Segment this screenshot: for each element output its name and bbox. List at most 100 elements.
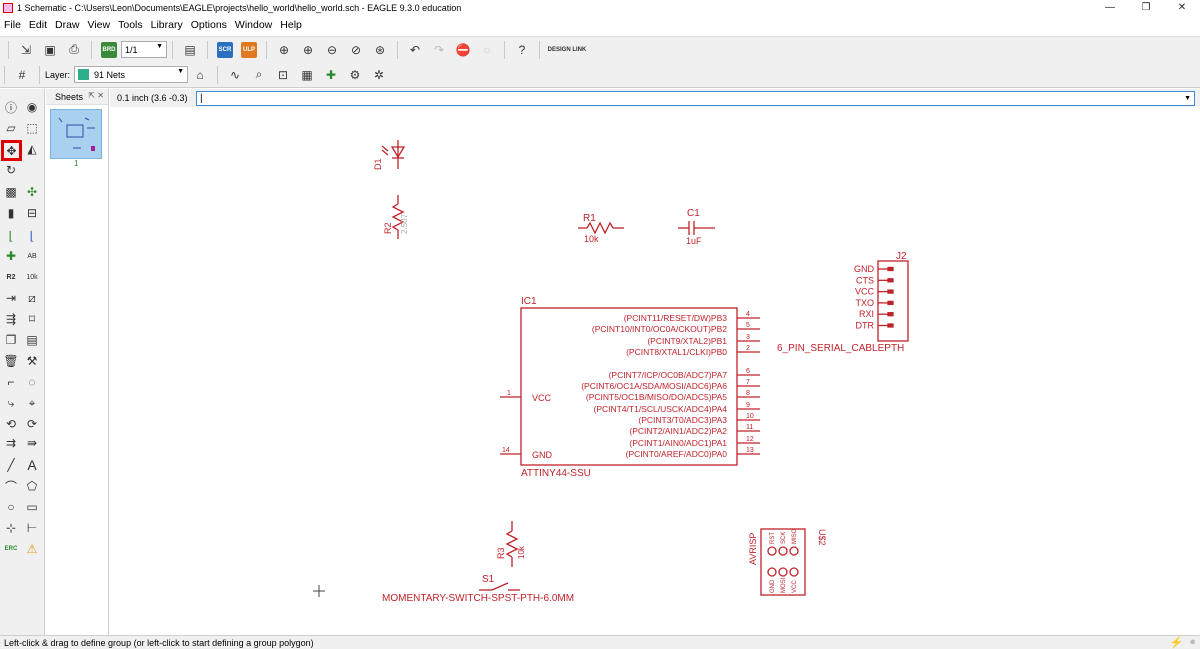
zoom-redraw-icon[interactable]: ⊘ bbox=[346, 40, 366, 60]
sheet-select[interactable]: 1/1 ▼ bbox=[121, 41, 167, 58]
menu-help[interactable]: Help bbox=[276, 19, 306, 31]
pinswap-icon[interactable]: ⇥ bbox=[2, 289, 20, 307]
help-icon[interactable]: ? bbox=[512, 40, 532, 60]
layers-icon[interactable]: ▱ bbox=[2, 119, 20, 137]
zoom-select-icon[interactable]: ⊛ bbox=[370, 40, 390, 60]
grid-settings-icon[interactable]: ▦ bbox=[297, 65, 317, 85]
optimize-icon[interactable]: ⇉ bbox=[2, 434, 20, 452]
menu-window[interactable]: Window bbox=[231, 19, 276, 31]
name-icon[interactable]: R2 bbox=[2, 268, 20, 286]
copy-group-icon[interactable]: ▩ bbox=[2, 183, 20, 201]
zoom-in-icon[interactable]: ⊕ bbox=[298, 40, 318, 60]
menu-options[interactable]: Options bbox=[187, 19, 231, 31]
stop-indicator-icon[interactable]: ● bbox=[1189, 636, 1196, 649]
mark-icon[interactable]: ⊹ bbox=[2, 519, 20, 537]
junction-icon[interactable]: ✚ bbox=[2, 247, 20, 265]
menu-edit[interactable]: Edit bbox=[25, 19, 51, 31]
print-icon[interactable]: ⎙ bbox=[64, 40, 84, 60]
split-icon[interactable]: ▮ bbox=[2, 204, 20, 222]
polygon-icon[interactable]: ⬠ bbox=[23, 477, 41, 495]
erc-icon[interactable]: ERC bbox=[2, 540, 20, 558]
maximize-button[interactable]: ❐ bbox=[1128, 0, 1164, 15]
value-icon[interactable]: 10k bbox=[23, 268, 41, 286]
eye-icon[interactable]: ◉ bbox=[23, 98, 41, 116]
stop-icon[interactable]: ⛔ bbox=[453, 40, 473, 60]
resistor-r3-symbol[interactable] bbox=[505, 521, 519, 567]
settings-alt-icon[interactable]: ✲ bbox=[369, 65, 389, 85]
menu-view[interactable]: View bbox=[84, 19, 115, 31]
invoke-icon[interactable]: ⇶ bbox=[2, 310, 20, 328]
warning-icon[interactable]: ⚠ bbox=[23, 540, 41, 558]
bus-icon[interactable]: ⟲ bbox=[2, 415, 20, 433]
clipboard-icon[interactable]: ▤ bbox=[23, 331, 41, 349]
delete-icon[interactable]: 🗑 bbox=[2, 352, 20, 370]
net-icon[interactable]: ⌊ bbox=[23, 227, 41, 245]
redo-icon[interactable]: ↷ bbox=[429, 40, 449, 60]
move-icon[interactable]: ✥ bbox=[1, 140, 22, 161]
mirror-icon[interactable]: ◭ bbox=[23, 140, 41, 158]
undo-icon[interactable]: ↶ bbox=[405, 40, 425, 60]
close-button[interactable]: ✕ bbox=[1164, 0, 1200, 15]
toolbar-divider bbox=[4, 65, 5, 84]
menu-library[interactable]: Library bbox=[147, 19, 187, 31]
j2-pin-label: VCC bbox=[855, 287, 875, 297]
search-icon[interactable]: ⌕ bbox=[249, 65, 269, 85]
go-icon[interactable]: ○ bbox=[477, 40, 497, 60]
wire-icon[interactable]: ⌊ bbox=[2, 227, 20, 245]
text-icon[interactable]: A bbox=[23, 456, 41, 474]
zoom-fit-icon[interactable]: ⊕ bbox=[274, 40, 294, 60]
select-icon[interactable]: ⬚ bbox=[23, 119, 41, 137]
layer-select[interactable]: 91 Nets ▼ bbox=[74, 66, 189, 83]
led-d1-symbol[interactable] bbox=[381, 140, 406, 169]
settings-icon[interactable]: ⚙ bbox=[345, 65, 365, 85]
smash-icon[interactable]: ⤷ bbox=[2, 394, 20, 412]
arc-icon[interactable]: ⌒ bbox=[2, 477, 20, 495]
dimension-tool-icon[interactable]: ⊢ bbox=[23, 519, 41, 537]
panel-pin-icon[interactable]: ⇱ ✕ bbox=[88, 91, 104, 100]
label-icon[interactable]: AB bbox=[23, 247, 41, 265]
command-input[interactable]: | ▼ bbox=[196, 90, 1195, 106]
menu-tools[interactable]: Tools bbox=[114, 19, 147, 31]
menu-file[interactable]: File bbox=[0, 19, 25, 31]
line-tool-icon[interactable]: ⧄ bbox=[23, 289, 41, 307]
menu-draw[interactable]: Draw bbox=[51, 19, 84, 31]
rectangle-icon[interactable]: ▭ bbox=[23, 498, 41, 516]
ic1-pin-number: 6 bbox=[746, 368, 750, 375]
add-attribute-icon[interactable]: ✚ bbox=[321, 65, 341, 85]
resistor-r1-symbol[interactable] bbox=[578, 221, 624, 235]
open-icon[interactable]: ⇲ bbox=[16, 40, 36, 60]
wave-icon[interactable]: ∿ bbox=[225, 65, 245, 85]
chevron-down-icon[interactable]: ▼ bbox=[1184, 92, 1191, 105]
sheet-thumbnail[interactable] bbox=[50, 109, 102, 159]
bend-icon[interactable]: ⌐ bbox=[2, 373, 20, 391]
grid-icon[interactable]: # bbox=[12, 65, 32, 85]
tag-icon[interactable]: ⌂ bbox=[190, 65, 210, 85]
capacitor-c1-symbol[interactable] bbox=[678, 221, 715, 235]
dimension-icon[interactable]: ⊡ bbox=[273, 65, 293, 85]
attribute-icon[interactable]: ⌑ bbox=[23, 310, 41, 328]
circle-icon[interactable]: ○ bbox=[2, 498, 20, 516]
change-icon[interactable]: ⌖ bbox=[23, 394, 41, 412]
board-switch-icon[interactable]: BRD bbox=[99, 40, 119, 60]
route-icon[interactable]: ⇛ bbox=[23, 434, 41, 452]
line-icon[interactable]: ╱ bbox=[2, 456, 20, 474]
gate-icon[interactable]: ◌ bbox=[23, 373, 41, 391]
info-icon[interactable]: ⓘ bbox=[2, 98, 20, 116]
zoom-out-icon[interactable]: ⊖ bbox=[322, 40, 342, 60]
add-part-icon[interactable]: ✣ bbox=[23, 183, 41, 201]
replace-icon[interactable]: ⊟ bbox=[23, 204, 41, 222]
wrench-icon[interactable]: ⚒ bbox=[23, 352, 41, 370]
save-icon[interactable]: ▣ bbox=[40, 40, 60, 60]
lightning-icon[interactable]: ⚡ bbox=[1170, 636, 1184, 649]
title-bar: 1 Schematic - C:\Users\Leon\Documents\EA… bbox=[0, 0, 1200, 15]
ic1-pin-label: (PCINT10/INT0/OC0A/CKOUT)PB2 bbox=[592, 324, 727, 334]
script-button[interactable]: SCR bbox=[215, 40, 235, 60]
minimize-button[interactable]: — bbox=[1092, 0, 1128, 15]
rotate-icon[interactable]: ↻ bbox=[2, 161, 20, 179]
schematic-canvas[interactable]: (PCINT11/RESET/DW)PB3 4 (PCINT10/INT0/OC0A… bbox=[110, 107, 1200, 635]
ripup-icon[interactable]: ⟳ bbox=[23, 415, 41, 433]
design-link-button[interactable]: DESIGN LINK bbox=[547, 40, 587, 60]
cam-processor-icon[interactable]: ▤ bbox=[180, 40, 200, 60]
paste-icon[interactable]: ❐ bbox=[2, 331, 20, 349]
ulp-button[interactable]: ULP bbox=[239, 40, 259, 60]
